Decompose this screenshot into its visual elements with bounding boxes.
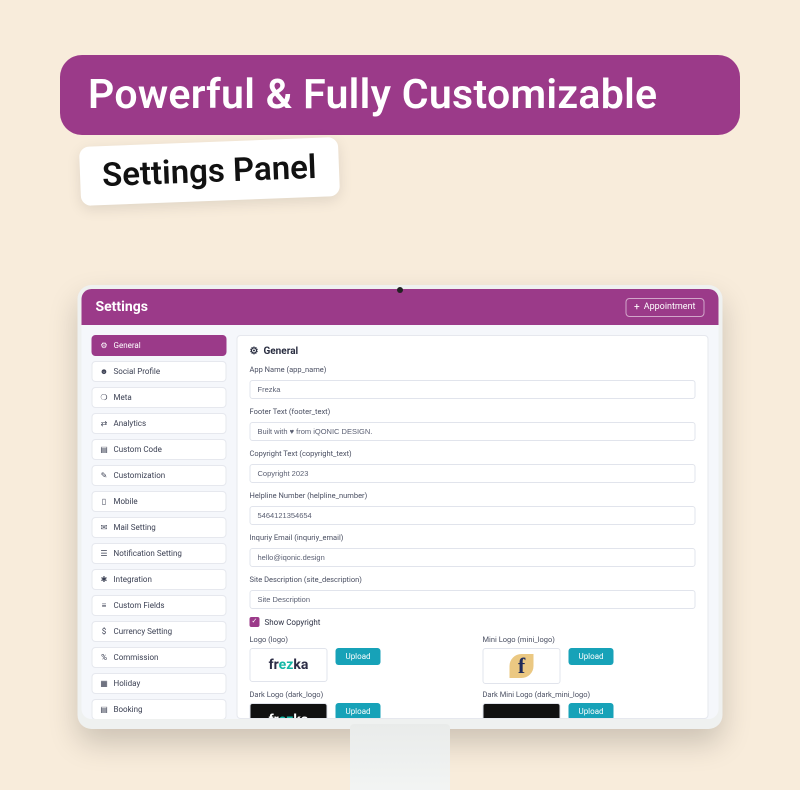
hero-subhead: Settings Panel (79, 137, 340, 206)
sidebar-item-custom-code[interactable]: ▤ Custom Code (92, 439, 227, 460)
sidebar-item-label: Mobile (114, 497, 138, 506)
inquiry-email-input[interactable] (250, 548, 696, 567)
checkbox-icon (250, 617, 260, 627)
sidebar-item-label: Notification Setting (114, 549, 182, 558)
upload-logo-button[interactable]: Upload (336, 648, 381, 665)
gear-icon: ⚙ (250, 346, 259, 357)
monitor-frame: Settings + Appointment ⚙ General ☻ Socia… (78, 285, 723, 729)
show-copyright-label: Show Copyright (265, 618, 321, 627)
upload-dark-mini-logo-button[interactable]: Upload (569, 703, 614, 719)
show-copyright-checkbox[interactable]: Show Copyright (250, 617, 696, 627)
logo-label: Logo (logo) (250, 635, 463, 644)
sidebar-item-label: Customization (114, 471, 166, 480)
letter-f-icon: f (518, 653, 525, 679)
screen: Settings + Appointment ⚙ General ☻ Socia… (82, 289, 719, 719)
dark-mini-logo-label: Dark Mini Logo (dark_mini_logo) (483, 690, 696, 699)
list-icon: ≡ (100, 601, 109, 610)
sidebar-item-label: Custom Code (114, 445, 162, 454)
dark-logo-label: Dark Logo (dark_logo) (250, 690, 463, 699)
copyright-text-input[interactable] (250, 464, 696, 483)
mini-logo-label: Mini Logo (mini_logo) (483, 635, 696, 644)
calendar-icon: ▦ (100, 679, 109, 688)
sidebar-item-customization[interactable]: ✎ Customization (92, 465, 227, 486)
inquiry-email-label: Inquriy Email (inquriy_email) (250, 533, 696, 542)
settings-sidebar: ⚙ General ☻ Social Profile ❍ Meta ⇄ Anal… (92, 335, 227, 719)
app-name-input[interactable] (250, 380, 696, 399)
page-title: Settings (96, 299, 148, 315)
app-bar: Settings + Appointment (82, 289, 719, 325)
sidebar-item-commission[interactable]: % Commission (92, 647, 227, 668)
copyright-text-label: Copyright Text (copyright_text) (250, 449, 696, 458)
mini-logo-preview: f (483, 648, 561, 684)
app-name-label: App Name (app_name) (250, 365, 696, 374)
sidebar-item-notification-setting[interactable]: ☰ Notification Setting (92, 543, 227, 564)
mail-icon: ✉ (100, 523, 109, 532)
bell-icon: ☰ (100, 549, 109, 558)
sidebar-item-booking[interactable]: ▤ Booking (92, 699, 227, 719)
upload-mini-logo-button[interactable]: Upload (569, 648, 614, 665)
sidebar-item-label: General (114, 341, 141, 350)
hero-headline: Powerful & Fully Customizable (60, 55, 740, 135)
book-icon: ▤ (100, 705, 109, 714)
sidebar-item-label: Custom Fields (114, 601, 165, 610)
sidebar-item-label: Commission (114, 653, 159, 662)
sidebar-item-label: Currency Setting (114, 627, 173, 636)
monitor-camera-dot (397, 287, 403, 293)
mobile-icon: ▯ (100, 497, 109, 506)
plug-icon: ✱ (100, 575, 109, 584)
sidebar-item-social-profile[interactable]: ☻ Social Profile (92, 361, 227, 382)
gear-icon: ⚙ (100, 341, 109, 350)
sidebar-item-label: Holiday (114, 679, 141, 688)
sidebar-item-label: Booking (114, 705, 143, 714)
helpline-number-label: Helpline Number (helpline_number) (250, 491, 696, 500)
sidebar-item-mobile[interactable]: ▯ Mobile (92, 491, 227, 512)
site-description-label: Site Description (site_description) (250, 575, 696, 584)
sidebar-item-mail-setting[interactable]: ✉ Mail Setting (92, 517, 227, 538)
upload-dark-logo-button[interactable]: Upload (336, 703, 381, 719)
section-heading: ⚙ General (250, 346, 696, 357)
sidebar-item-meta[interactable]: ❍ Meta (92, 387, 227, 408)
globe-icon: ❍ (100, 393, 109, 402)
helpline-number-input[interactable] (250, 506, 696, 525)
footer-text-input[interactable] (250, 422, 696, 441)
file-icon: ▤ (100, 445, 109, 454)
dollar-icon: $ (100, 627, 109, 636)
sidebar-item-label: Meta (114, 393, 132, 402)
wand-icon: ✎ (100, 471, 109, 480)
user-icon: ☻ (100, 367, 109, 376)
percent-icon: % (100, 653, 109, 662)
plus-icon: + (634, 302, 640, 313)
sidebar-item-analytics[interactable]: ⇄ Analytics (92, 413, 227, 434)
settings-main-panel: ⚙ General App Name (app_name) Footer Tex… (237, 335, 709, 719)
sidebar-item-label: Integration (114, 575, 152, 584)
footer-text-label: Footer Text (footer_text) (250, 407, 696, 416)
sidebar-item-label: Social Profile (114, 367, 161, 376)
dark-mini-logo-preview (483, 703, 561, 719)
add-appointment-button[interactable]: + Appointment (625, 298, 704, 317)
site-description-input[interactable] (250, 590, 696, 609)
dark-logo-preview: frezka (250, 703, 328, 719)
add-appointment-label: Appointment (644, 302, 696, 312)
chart-icon: ⇄ (100, 419, 109, 428)
section-heading-text: General (263, 346, 298, 357)
sidebar-item-label: Analytics (114, 419, 147, 428)
sidebar-item-holiday[interactable]: ▦ Holiday (92, 673, 227, 694)
sidebar-item-integration[interactable]: ✱ Integration (92, 569, 227, 590)
sidebar-item-custom-fields[interactable]: ≡ Custom Fields (92, 595, 227, 616)
sidebar-item-currency-setting[interactable]: $ Currency Setting (92, 621, 227, 642)
logo-preview: frezka (250, 648, 328, 682)
sidebar-item-general[interactable]: ⚙ General (92, 335, 227, 356)
sidebar-item-label: Mail Setting (114, 523, 156, 532)
monitor-stand (350, 724, 450, 790)
